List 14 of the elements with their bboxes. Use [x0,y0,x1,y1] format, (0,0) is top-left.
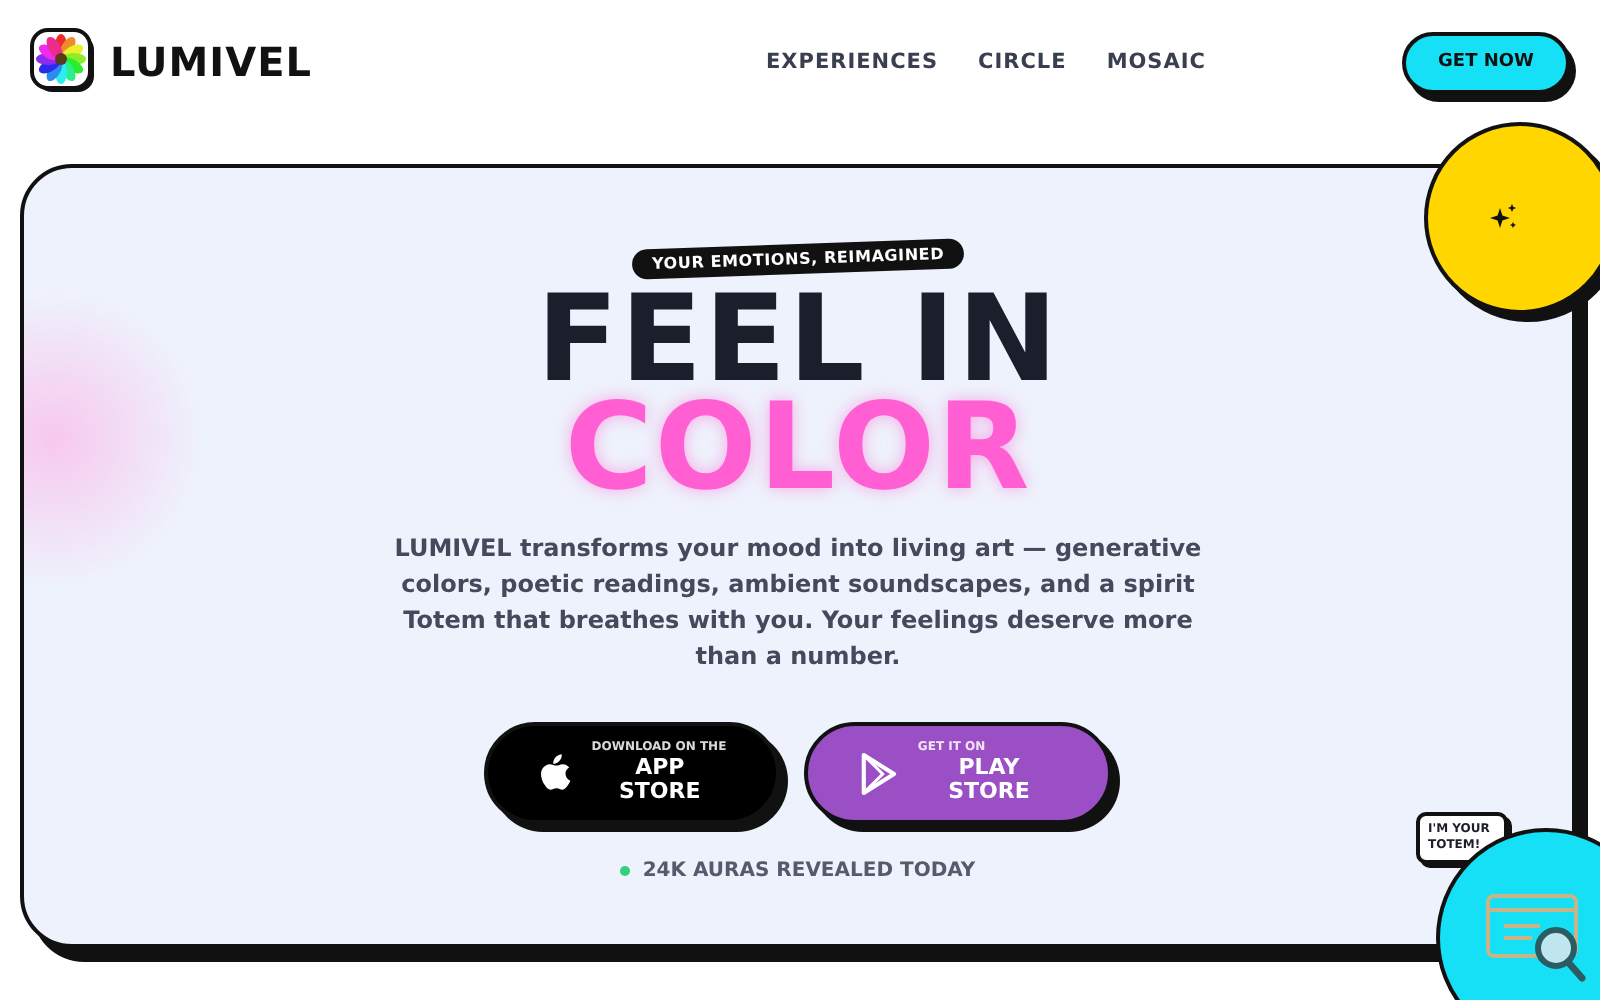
status-dot [620,866,631,876]
nav-link[interactable]: CIRCLE [978,50,1067,74]
headline: FEEL IN [536,286,1060,394]
play-triangle-icon [860,751,898,795]
stat-text: 24K AURAS REVEALED TODAY [642,860,976,882]
browser-search-icon [1484,892,1588,984]
tagline-badge: YOUR EMOTIONS, REIMAGINED [631,238,965,280]
flower-logo-icon[interactable] [30,28,98,96]
hero-description: LUMIVEL transforms your mood into living art — generative colors, poetic readings, ambient soundscapes, and a spirit Totem that breathes with you. Your feelings deserve more than a number. [392,532,1204,674]
apple-icon [540,754,572,792]
nav-link[interactable]: EXPERIENCES [766,50,939,74]
headline-accent: COLOR [564,394,1032,502]
brand-name[interactable]: LUMIVEL [110,38,312,86]
nav-link[interactable]: MOSAIC [1106,50,1206,74]
